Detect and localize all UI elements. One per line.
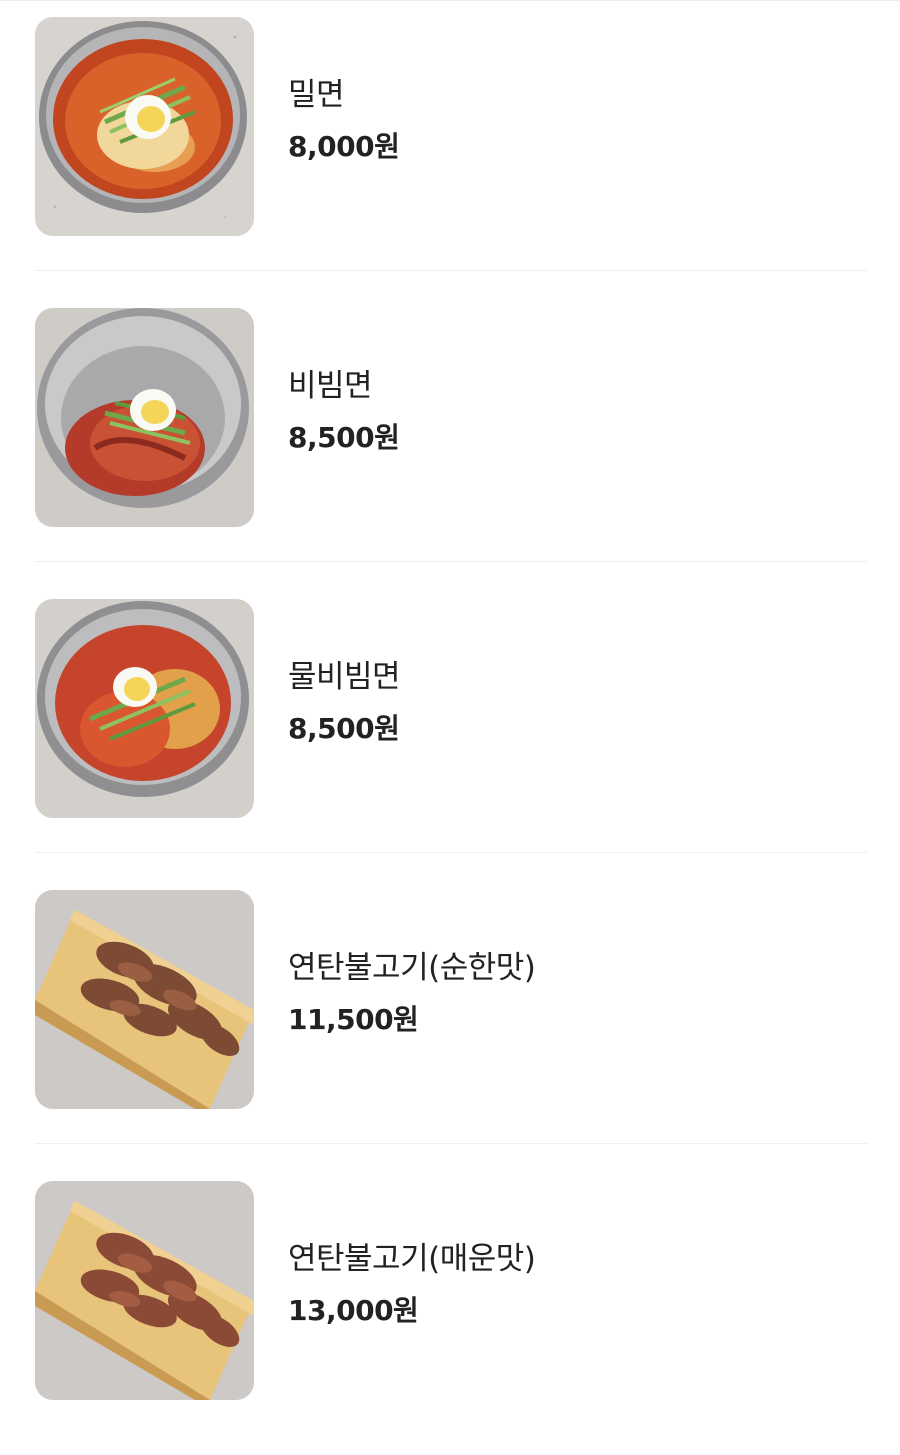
menu-item-photo — [35, 599, 254, 818]
menu-item-price: 8,000원 — [288, 130, 400, 163]
menu-item-name: 연탄불고기(매운맛) — [288, 1241, 536, 1277]
menu-item-info: 밀면 8,000원 — [288, 74, 400, 164]
menu-item-price: 11,500원 — [288, 1003, 419, 1036]
menu-item[interactable]: 밀면 8,000원 — [0, 0, 900, 291]
menu-item-name: 연탄불고기(순한맛) — [288, 950, 536, 986]
divider — [35, 1143, 867, 1144]
menu-item-info: 물비빔면 8,500원 — [288, 656, 401, 746]
menu-item-photo — [35, 890, 254, 1109]
menu-item-info: 연탄불고기(순한맛) 11,500원 — [288, 947, 536, 1037]
menu-item[interactable]: 연탄불고기(순한맛) 11,500원 — [0, 873, 900, 1164]
menu-item-price: 13,000원 — [288, 1294, 419, 1327]
menu-item-photo — [35, 1181, 254, 1400]
menu-item-price: 8,500원 — [288, 421, 400, 454]
menu-item-name: 물비빔면 — [288, 659, 401, 695]
menu-item[interactable]: 비빔면 8,500원 — [0, 291, 900, 582]
divider — [35, 852, 867, 853]
menu-item-name: 밀면 — [288, 77, 345, 113]
menu-item-info: 연탄불고기(매운맛) 13,000원 — [288, 1238, 536, 1328]
menu-item[interactable]: 물비빔면 8,500원 — [0, 582, 900, 873]
divider — [35, 270, 867, 271]
menu-item-price: 8,500원 — [288, 712, 400, 745]
divider — [35, 561, 867, 562]
menu-item-info: 비빔면 8,500원 — [288, 365, 400, 455]
menu-item-name: 비빔면 — [288, 368, 373, 404]
menu-item[interactable]: 연탄불고기(매운맛) 13,000원 — [0, 1164, 900, 1455]
menu-item-photo — [35, 17, 254, 236]
menu-item-photo — [35, 308, 254, 527]
